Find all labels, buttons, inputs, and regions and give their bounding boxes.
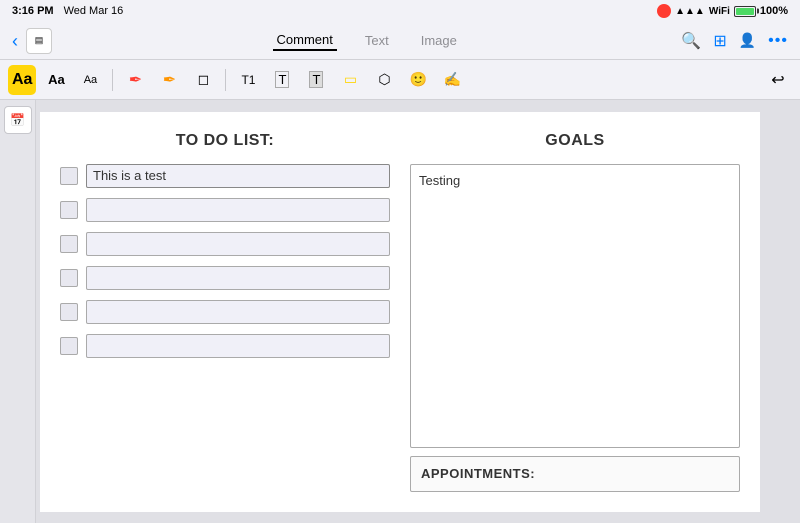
todo-input-6[interactable] <box>86 334 390 358</box>
eraser-icon: ◻ <box>198 71 210 88</box>
todo-checkbox-1[interactable] <box>60 167 78 185</box>
thumb-panel: 📅 <box>0 100 36 523</box>
time: 3:16 PM <box>12 5 54 17</box>
font-medium-label: Aa <box>48 72 65 87</box>
sign-icon: ✍ <box>444 71 461 88</box>
text-t2-button[interactable]: T <box>268 65 296 95</box>
tab-comment[interactable]: Comment <box>273 30 337 51</box>
battery-icon <box>734 6 756 17</box>
text-t3-button[interactable]: T <box>302 65 330 95</box>
status-right: ▲▲▲ WiFi 100% <box>657 4 788 18</box>
wifi-icon: WiFi <box>709 6 730 17</box>
nav-right: 🔍 ⊞ 👤 ••• <box>681 31 788 51</box>
nav-tabs: Comment Text Image <box>273 30 461 51</box>
calendar-icon: 📅 <box>10 113 25 127</box>
signal-icon: ▲▲▲ <box>675 6 705 17</box>
todo-checkbox-2[interactable] <box>60 201 78 219</box>
todo-checkbox-4[interactable] <box>60 269 78 287</box>
person-icon[interactable]: 👤 <box>739 32 756 49</box>
date: Wed Mar 16 <box>64 5 124 17</box>
todo-item-6 <box>60 334 390 358</box>
thumb-icon-calendar[interactable]: 📅 <box>4 106 32 134</box>
status-left: 3:16 PM Wed Mar 16 <box>12 5 123 17</box>
grid-icon[interactable]: ⊞ <box>713 31 726 51</box>
toolbar: Aa Aa Aa ✒ ✒ ◻ T1 T T ▭ ⬡ 🙂 ✍ ↩ <box>0 60 800 100</box>
todo-item-5 <box>60 300 390 324</box>
highlight-icon: ▭ <box>344 71 357 88</box>
person-icon: 🙂 <box>410 71 427 88</box>
todo-checkbox-6[interactable] <box>60 337 78 355</box>
font-small-label: Aa <box>84 74 97 86</box>
appointments-title: APPOINTMENTS: <box>421 466 535 481</box>
goals-section: GOALS Testing APPOINTMENTS: <box>410 132 740 492</box>
font-small-button[interactable]: Aa <box>76 65 104 95</box>
todo-input-5[interactable] <box>86 300 390 324</box>
divider-1 <box>112 69 113 91</box>
recording-dot <box>657 4 671 18</box>
eraser-button[interactable]: ◻ <box>189 65 217 95</box>
divider-2 <box>225 69 226 91</box>
font-bold-label: Aa <box>12 71 32 89</box>
highlight-button[interactable]: ▭ <box>336 65 364 95</box>
back-button[interactable]: ‹ <box>12 32 18 50</box>
battery-pct: 100% <box>760 5 788 17</box>
undo-button[interactable]: ↩ <box>764 65 792 95</box>
todo-item-1 <box>60 164 390 188</box>
tab-image[interactable]: Image <box>417 31 461 50</box>
todo-input-2[interactable] <box>86 198 390 222</box>
pen-orange-icon: ✒ <box>163 70 176 90</box>
shape-icon: ⬡ <box>378 71 390 88</box>
goals-text: Testing <box>419 173 460 188</box>
font-medium-button[interactable]: Aa <box>42 65 70 95</box>
todo-title: TO DO LIST: <box>176 132 275 150</box>
person-button[interactable]: 🙂 <box>404 65 432 95</box>
pen-orange-button[interactable]: ✒ <box>155 65 183 95</box>
pen-red-icon: ✒ <box>129 70 142 90</box>
todo-item-3 <box>60 232 390 256</box>
todo-input-1[interactable] <box>86 164 390 188</box>
todo-item-4 <box>60 266 390 290</box>
pen-red-button[interactable]: ✒ <box>121 65 149 95</box>
page-content: TO DO LIST: <box>40 112 760 512</box>
todo-input-3[interactable] <box>86 232 390 256</box>
undo-icon: ↩ <box>771 70 784 90</box>
todo-checkbox-5[interactable] <box>60 303 78 321</box>
nav-bar: ‹ ▤ Comment Text Image 🔍 ⊞ 👤 ••• <box>0 22 800 60</box>
status-bar: 3:16 PM Wed Mar 16 ▲▲▲ WiFi 100% <box>0 0 800 22</box>
canvas-area: 📅 TO DO LIST: <box>0 100 800 523</box>
nav-left: ‹ ▤ <box>12 28 52 54</box>
appointments-bar: APPOINTMENTS: <box>410 456 740 492</box>
text-t2-label: T <box>275 71 289 88</box>
font-bold-button[interactable]: Aa <box>8 65 36 95</box>
goals-title: GOALS <box>545 132 604 150</box>
text-t1-label: T1 <box>241 73 255 87</box>
search-icon[interactable]: 🔍 <box>681 31 701 51</box>
todo-section: TO DO LIST: <box>60 132 390 492</box>
text-t1-button[interactable]: T1 <box>234 65 262 95</box>
sign-button[interactable]: ✍ <box>438 65 466 95</box>
more-icon[interactable]: ••• <box>768 32 788 50</box>
todo-list <box>60 164 390 358</box>
shape-button[interactable]: ⬡ <box>370 65 398 95</box>
goals-box[interactable]: Testing <box>410 164 740 448</box>
tab-text[interactable]: Text <box>361 31 393 50</box>
text-t3-label: T <box>309 71 323 88</box>
todo-item-2 <box>60 198 390 222</box>
todo-checkbox-3[interactable] <box>60 235 78 253</box>
page-thumbnail[interactable]: ▤ <box>26 28 52 54</box>
todo-input-4[interactable] <box>86 266 390 290</box>
